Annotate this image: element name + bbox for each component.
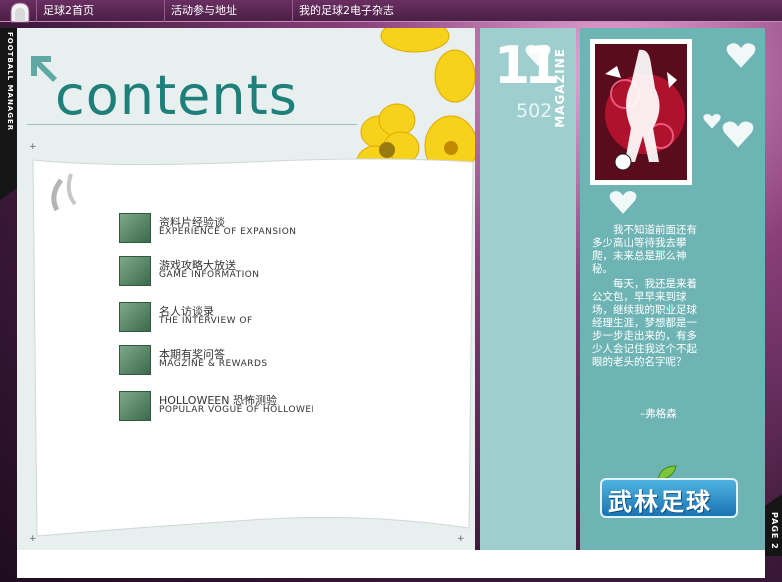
- menu-thumbnail-icon: [119, 345, 151, 375]
- side-label-left: FOOTBALL MANAGER: [6, 32, 14, 132]
- heart-icon: [609, 191, 637, 214]
- cover-image-frame[interactable]: [590, 39, 692, 185]
- heart-icon: [726, 43, 756, 68]
- home-icon[interactable]: [8, 1, 32, 23]
- magazine-number: 502: [516, 100, 553, 122]
- menu-item-en: MAGZINE & REWARDS: [159, 359, 268, 369]
- magazine-label: MAGAZINE: [553, 48, 567, 128]
- logo-text: 武林足球: [608, 488, 712, 516]
- football-cover-image: [595, 44, 687, 180]
- nav-item-magazine[interactable]: 我的足球2电子杂志: [292, 0, 452, 22]
- menu-thumbnail-icon: [119, 391, 151, 421]
- menu-item-en: THE INTERVIEW OF: [159, 316, 253, 326]
- contents-title: contents: [55, 64, 298, 127]
- title-underline: [27, 124, 357, 125]
- top-nav-bar: 足球2首页 活动参与地址 我的足球2电子杂志: [0, 0, 782, 23]
- corner-mark-bottom-left: +: [29, 534, 37, 544]
- heart-icon: [722, 121, 754, 148]
- story-paragraph-1: 我不知道前面还有多少高山等待我去攀爬，未来总是那么神秘。: [592, 224, 697, 275]
- menu-item-expansion[interactable]: 资料片经验谈 EXPERIENCE OF EXPANSION: [119, 213, 329, 247]
- menu-thumbnail-icon: [119, 302, 151, 332]
- right-side-strip: PAGE 2: [765, 494, 782, 556]
- menu-thumbnail-icon: [119, 256, 151, 286]
- menu-item-rewards[interactable]: 本期有奖问答 MAGZINE & REWARDS: [119, 345, 329, 379]
- menu-thumbnail-icon: [119, 213, 151, 243]
- left-side-strip: FOOTBALL MANAGER: [0, 28, 17, 200]
- corner-mark-bottom-right: +: [457, 534, 465, 544]
- story-signature: –弗格森: [640, 408, 677, 420]
- wulin-football-logo[interactable]: 武林足球: [600, 464, 742, 522]
- menu-item-en: EXPERIENCE OF EXPANSION: [159, 227, 297, 237]
- nav-item-event[interactable]: 活动参与地址: [164, 0, 292, 22]
- magazine-column: 11 502 MAGAZINE: [480, 28, 576, 550]
- menu-item-en: POPULAR VOGUE OF HOLLOWEEN: [159, 405, 313, 415]
- nav-item-home[interactable]: 足球2首页: [36, 0, 164, 22]
- bottom-strip: [17, 550, 765, 578]
- heart-icon: [525, 44, 551, 66]
- page-label: PAGE 2: [770, 512, 779, 550]
- heart-icon: [703, 113, 721, 129]
- story-column: 我不知道前面还有多少高山等待我去攀爬，未来总是那么神秘。 每天，我还是来着公文包…: [580, 28, 765, 550]
- story-paragraph-2: 每天，我还是来着公文包，早早来到球场，继续我的职业足球经理生涯，梦想都是一步一步…: [592, 278, 697, 368]
- menu-item-halloween[interactable]: HOLLOWEEN 恐怖测验 POPULAR VOGUE OF HOLLOWEE…: [119, 391, 329, 425]
- menu-item-interview[interactable]: 名人访谈录 THE INTERVIEW OF: [119, 302, 329, 336]
- corner-mark-top-left: +: [29, 142, 37, 152]
- contents-panel: contents + + + 资料片经验谈 EXPERIENCE OF EXPA…: [17, 28, 475, 550]
- menu-item-game-info[interactable]: 游戏攻略大放送 GAME INFORMATION: [119, 256, 329, 290]
- menu-item-en: GAME INFORMATION: [159, 270, 260, 280]
- story-text: 我不知道前面还有多少高山等待我去攀爬，未来总是那么神秘。 每天，我还是来着公文包…: [592, 224, 702, 371]
